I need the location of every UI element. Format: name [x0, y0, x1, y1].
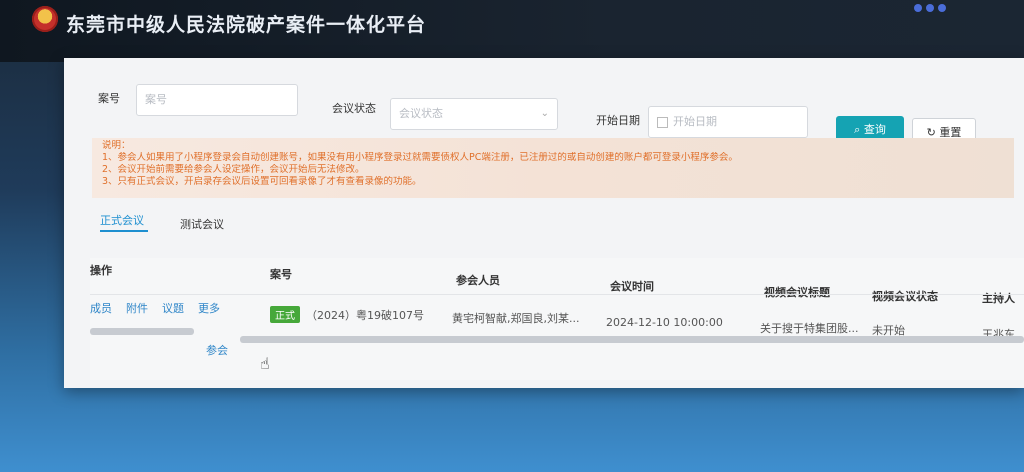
attachments-link[interactable]: 附件	[126, 302, 148, 315]
th-actions: 操作	[90, 264, 112, 277]
start-date-placeholder: 开始日期	[673, 115, 717, 128]
join-label: 参会	[206, 344, 228, 357]
members-link[interactable]: 成员	[90, 302, 112, 315]
row-case-no: 正式 （2024）粤19破107号	[270, 306, 424, 323]
th-video-title: 视频会议标题	[764, 286, 830, 299]
header-divider	[90, 294, 1024, 295]
more-link[interactable]: 更多	[198, 302, 220, 315]
browser-extension-icons[interactable]	[914, 2, 1004, 12]
hand-cursor-icon: ☝	[260, 354, 270, 373]
tab-active-indicator	[100, 230, 148, 232]
search-icon: ⌕	[854, 123, 864, 136]
row-video-title: 关于搜于特集团股...	[760, 322, 859, 335]
th-meeting-time: 会议时间	[610, 280, 654, 293]
start-date-picker[interactable]: 开始日期	[648, 106, 808, 138]
app-header: 东莞市中级人民法院破产案件一体化平台	[0, 0, 1024, 62]
start-date-label: 开始日期	[596, 114, 640, 127]
case-no-input[interactable]: 案号	[136, 84, 298, 116]
join-link[interactable]: 参会	[206, 342, 228, 358]
calendar-icon	[657, 116, 668, 128]
meeting-table: 操作 案号 参会人员 会议时间 视频会议标题 视频会议状态 主持人 成员 附件 …	[90, 258, 1024, 380]
case-no-value[interactable]: （2024）粤19破107号	[306, 309, 424, 322]
th-case-no: 案号	[270, 268, 292, 281]
tab-formal-label: 正式会议	[100, 214, 144, 227]
tab-formal-meeting[interactable]: 正式会议	[100, 212, 148, 232]
row-actions: 成员 附件 议题 更多	[90, 300, 220, 316]
row-participants: 黄宅柯智献,郑国良,刘某...	[452, 312, 580, 325]
agenda-link[interactable]: 议题	[162, 302, 184, 315]
th-participants: 参会人员	[456, 274, 500, 287]
case-no-label: 案号	[98, 92, 120, 105]
case-no-placeholder: 案号	[145, 93, 167, 106]
notice-line-3: 3、只有正式会议，开启录存会议后设置可回看录像了才有查看录像的功能。	[102, 176, 422, 187]
notice-title: 说明：	[102, 140, 131, 151]
scrollbar-main[interactable]	[240, 336, 1024, 343]
th-video-status: 视频会议状态	[872, 290, 938, 303]
notice-line-1: 1、参会人如果用了小程序登录会自动创建账号，如果没有用小程序登录过就需要债权人P…	[102, 152, 738, 163]
tab-test-meeting[interactable]: 测试会议	[180, 216, 224, 232]
notice-box: 说明： 1、参会人如果用了小程序登录会自动创建账号，如果没有用小程序登录过就需要…	[92, 138, 1014, 198]
meeting-status-select[interactable]: 会议状态 ⌄	[390, 98, 558, 130]
query-label: 查询	[863, 123, 886, 136]
meeting-status-placeholder: 会议状态	[399, 107, 443, 120]
chevron-down-icon: ⌄	[540, 108, 549, 119]
app-title: 东莞市中级人民法院破产案件一体化平台	[66, 14, 427, 36]
notice-line-2: 2、会议开始前需要给参会人设定操作，会议开始后无法修改。	[102, 164, 365, 175]
tab-test-label: 测试会议	[180, 218, 224, 231]
th-host: 主持人	[982, 292, 1015, 305]
court-emblem-icon	[32, 6, 58, 32]
formal-tag: 正式	[270, 306, 300, 323]
meeting-status-label: 会议状态	[332, 102, 376, 115]
row-meeting-time: 2024-12-10 10:00:00	[606, 316, 723, 329]
scrollbar-left[interactable]	[90, 328, 194, 335]
meeting-list-panel: 案号 案号 会议状态 会议状态 ⌄ 开始日期 开始日期 ⌕ 查询 ↻ 重置 说明…	[64, 58, 1024, 388]
